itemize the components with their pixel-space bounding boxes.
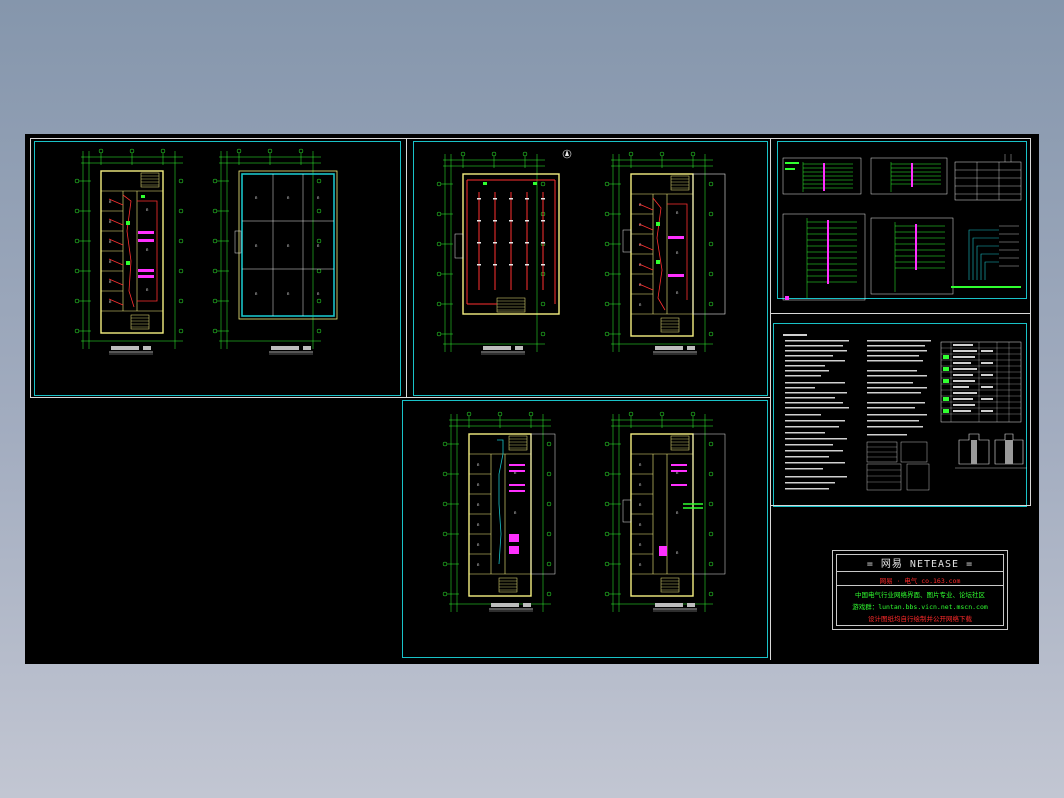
system-diagram-group <box>782 154 1022 301</box>
title-block: = 网易 NETEASE = 网易 · 电气 co.163.com 中国电气行业… <box>832 550 1008 630</box>
svg-text:n: n <box>317 291 320 296</box>
title-block-line3: 游戏群：luntan.bbs.vicn.net.mscn.com <box>852 603 988 611</box>
svg-text:n: n <box>255 243 258 248</box>
svg-text:n: n <box>317 243 320 248</box>
floor-plan-2: n n n n n n n n n <box>212 148 338 350</box>
svg-text:n: n <box>287 243 290 248</box>
meter-table <box>954 154 1022 201</box>
plan-caption <box>108 345 154 355</box>
panel-schedule-4 <box>870 217 954 295</box>
svg-text:n: n <box>287 291 290 296</box>
svg-text:n: n <box>287 195 290 200</box>
plan-caption <box>652 602 698 612</box>
riser-diagram <box>951 225 1021 288</box>
svg-text:n: n <box>255 291 258 296</box>
title-block-header: = 网易 NETEASE = <box>866 559 974 570</box>
design-notes <box>783 334 931 491</box>
title-block-line4: 设计图纸均自行绘制并公开网络下载 <box>868 615 972 623</box>
panel-schedule-1 <box>782 157 862 195</box>
plan-caption <box>652 345 698 355</box>
plan-caption <box>268 345 314 355</box>
floor-plan-1 <box>74 148 184 350</box>
cad-drawing-canvas[interactable]: n n n n n n n n n n n n n n n n n n = 网易 NETEA… <box>25 134 1039 664</box>
grounding-detail <box>955 433 1027 469</box>
svg-text:n: n <box>317 195 320 200</box>
floor-plan-6 <box>604 411 726 613</box>
title-block-line1: 网易 · 电气 co.163.com <box>879 577 961 585</box>
title-block-line2: 中国电气行业网络界面、图片专业、论坛社区 <box>855 591 985 599</box>
floor-plan-4 <box>604 151 726 353</box>
floor-plan-5 <box>442 411 556 613</box>
plan-caption <box>480 345 526 355</box>
panel-schedule-2 <box>870 157 948 195</box>
plan-caption <box>488 602 534 612</box>
legend-table <box>940 341 1022 423</box>
floor-plan-3 <box>436 149 572 353</box>
panel-schedule-3 <box>782 213 866 301</box>
svg-text:n: n <box>255 195 258 200</box>
